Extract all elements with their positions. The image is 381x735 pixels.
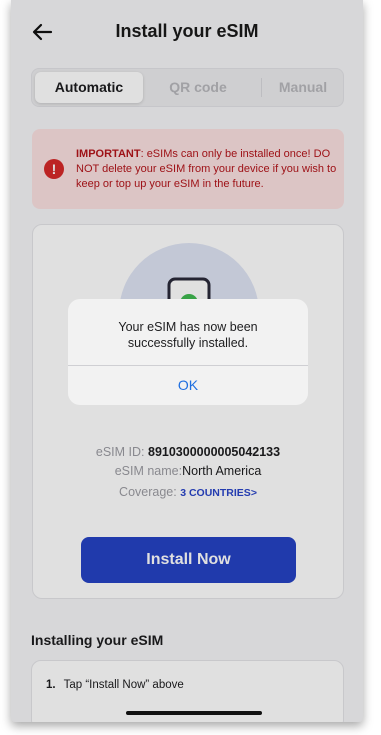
home-indicator[interactable] xyxy=(126,711,262,715)
phone-screen: Install your eSIM Automatic QR code Manu… xyxy=(11,0,363,722)
success-dialog: Your eSIM has now been successfully inst… xyxy=(68,299,308,405)
dialog-ok-button[interactable]: OK xyxy=(68,366,308,405)
dialog-message: Your eSIM has now been successfully inst… xyxy=(118,320,258,350)
